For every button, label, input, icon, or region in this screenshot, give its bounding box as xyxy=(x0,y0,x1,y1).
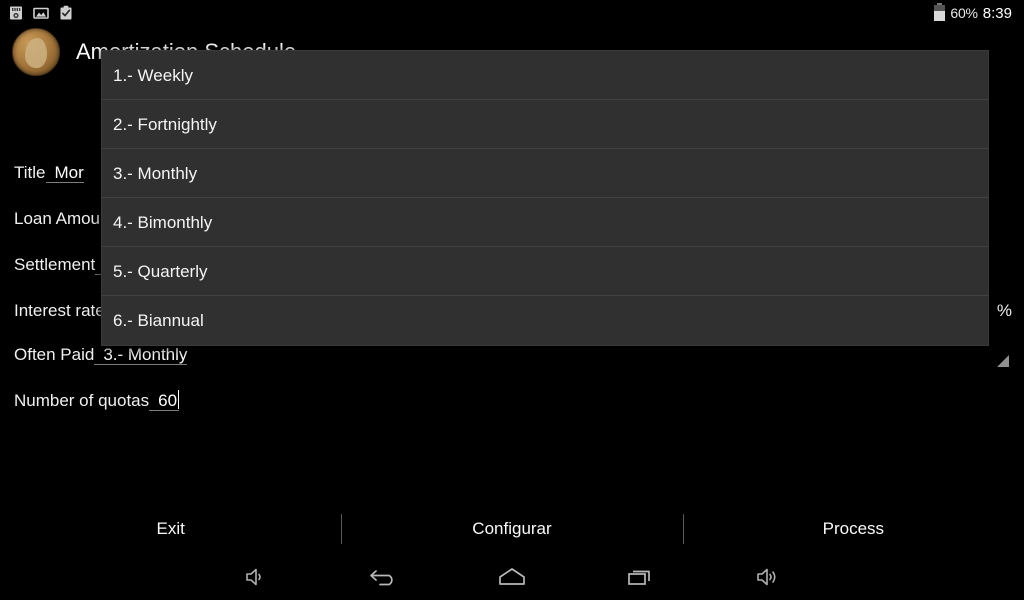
percent-symbol-label: % xyxy=(996,301,1012,320)
spinner-dropdown-icon[interactable] xyxy=(997,355,1009,367)
text-cursor xyxy=(178,390,180,409)
coin-avatar-icon xyxy=(12,28,60,76)
dropdown-item-monthly[interactable]: 3.- Monthly xyxy=(102,149,988,198)
number-of-quotas-input[interactable]: 60 xyxy=(149,390,180,411)
label-interest-rate: Interest rate xyxy=(14,301,105,320)
often-paid-dropdown-popup[interactable]: 1.- Weekly 2.- Fortnightly 3.- Monthly 4… xyxy=(101,50,989,346)
back-icon[interactable] xyxy=(320,553,448,600)
dropdown-item-weekly[interactable]: 1.- Weekly xyxy=(102,51,988,100)
status-bar: 60% 8:39 xyxy=(0,0,1024,26)
label-number-of-quotas: Number of quotas xyxy=(14,391,150,410)
title-input[interactable]: Mor xyxy=(45,163,84,183)
action-button-bar: Exit Configurar Process xyxy=(0,503,1024,555)
recents-icon[interactable] xyxy=(576,553,704,600)
dropdown-item-biannual[interactable]: 6.- Biannual xyxy=(102,296,988,345)
battery-percent-label: 60% xyxy=(950,5,978,21)
label-title: Title xyxy=(14,163,46,182)
label-loan-amount: Loan Amount xyxy=(14,209,115,228)
clock-label: 8:39 xyxy=(982,4,1012,22)
android-navigation-bar xyxy=(0,553,1024,600)
often-paid-spinner[interactable]: 3.- Monthly xyxy=(94,345,188,365)
android-screen: 60% 8:39 Amortization Schedule Title Mor… xyxy=(0,0,1024,600)
form-row-often-paid: Often Paid 3.- Monthly xyxy=(0,342,1010,376)
label-settlement: Settlement xyxy=(14,255,96,274)
sd-card-icon xyxy=(8,5,24,21)
status-bar-notification-icons xyxy=(0,5,74,21)
configurar-button[interactable]: Configurar xyxy=(341,503,682,555)
clipboard-check-icon xyxy=(58,5,74,21)
volume-down-icon[interactable] xyxy=(192,553,320,600)
dropdown-item-quarterly[interactable]: 5.- Quarterly xyxy=(102,247,988,296)
home-icon[interactable] xyxy=(448,553,576,600)
dropdown-item-bimonthly[interactable]: 4.- Bimonthly xyxy=(102,198,988,247)
exit-button[interactable]: Exit xyxy=(0,503,341,555)
image-icon xyxy=(33,5,49,21)
number-of-quotas-value: 60 xyxy=(158,391,178,410)
label-often-paid: Often Paid xyxy=(14,345,95,364)
dropdown-item-fortnightly[interactable]: 2.- Fortnightly xyxy=(102,100,988,149)
battery-icon xyxy=(934,3,946,21)
status-bar-system-icons: 60% 8:39 xyxy=(934,3,1024,22)
form-row-number-of-quotas: Number of quotas 60 xyxy=(0,388,1010,422)
process-button[interactable]: Process xyxy=(682,503,1024,555)
volume-up-icon[interactable] xyxy=(704,553,832,600)
